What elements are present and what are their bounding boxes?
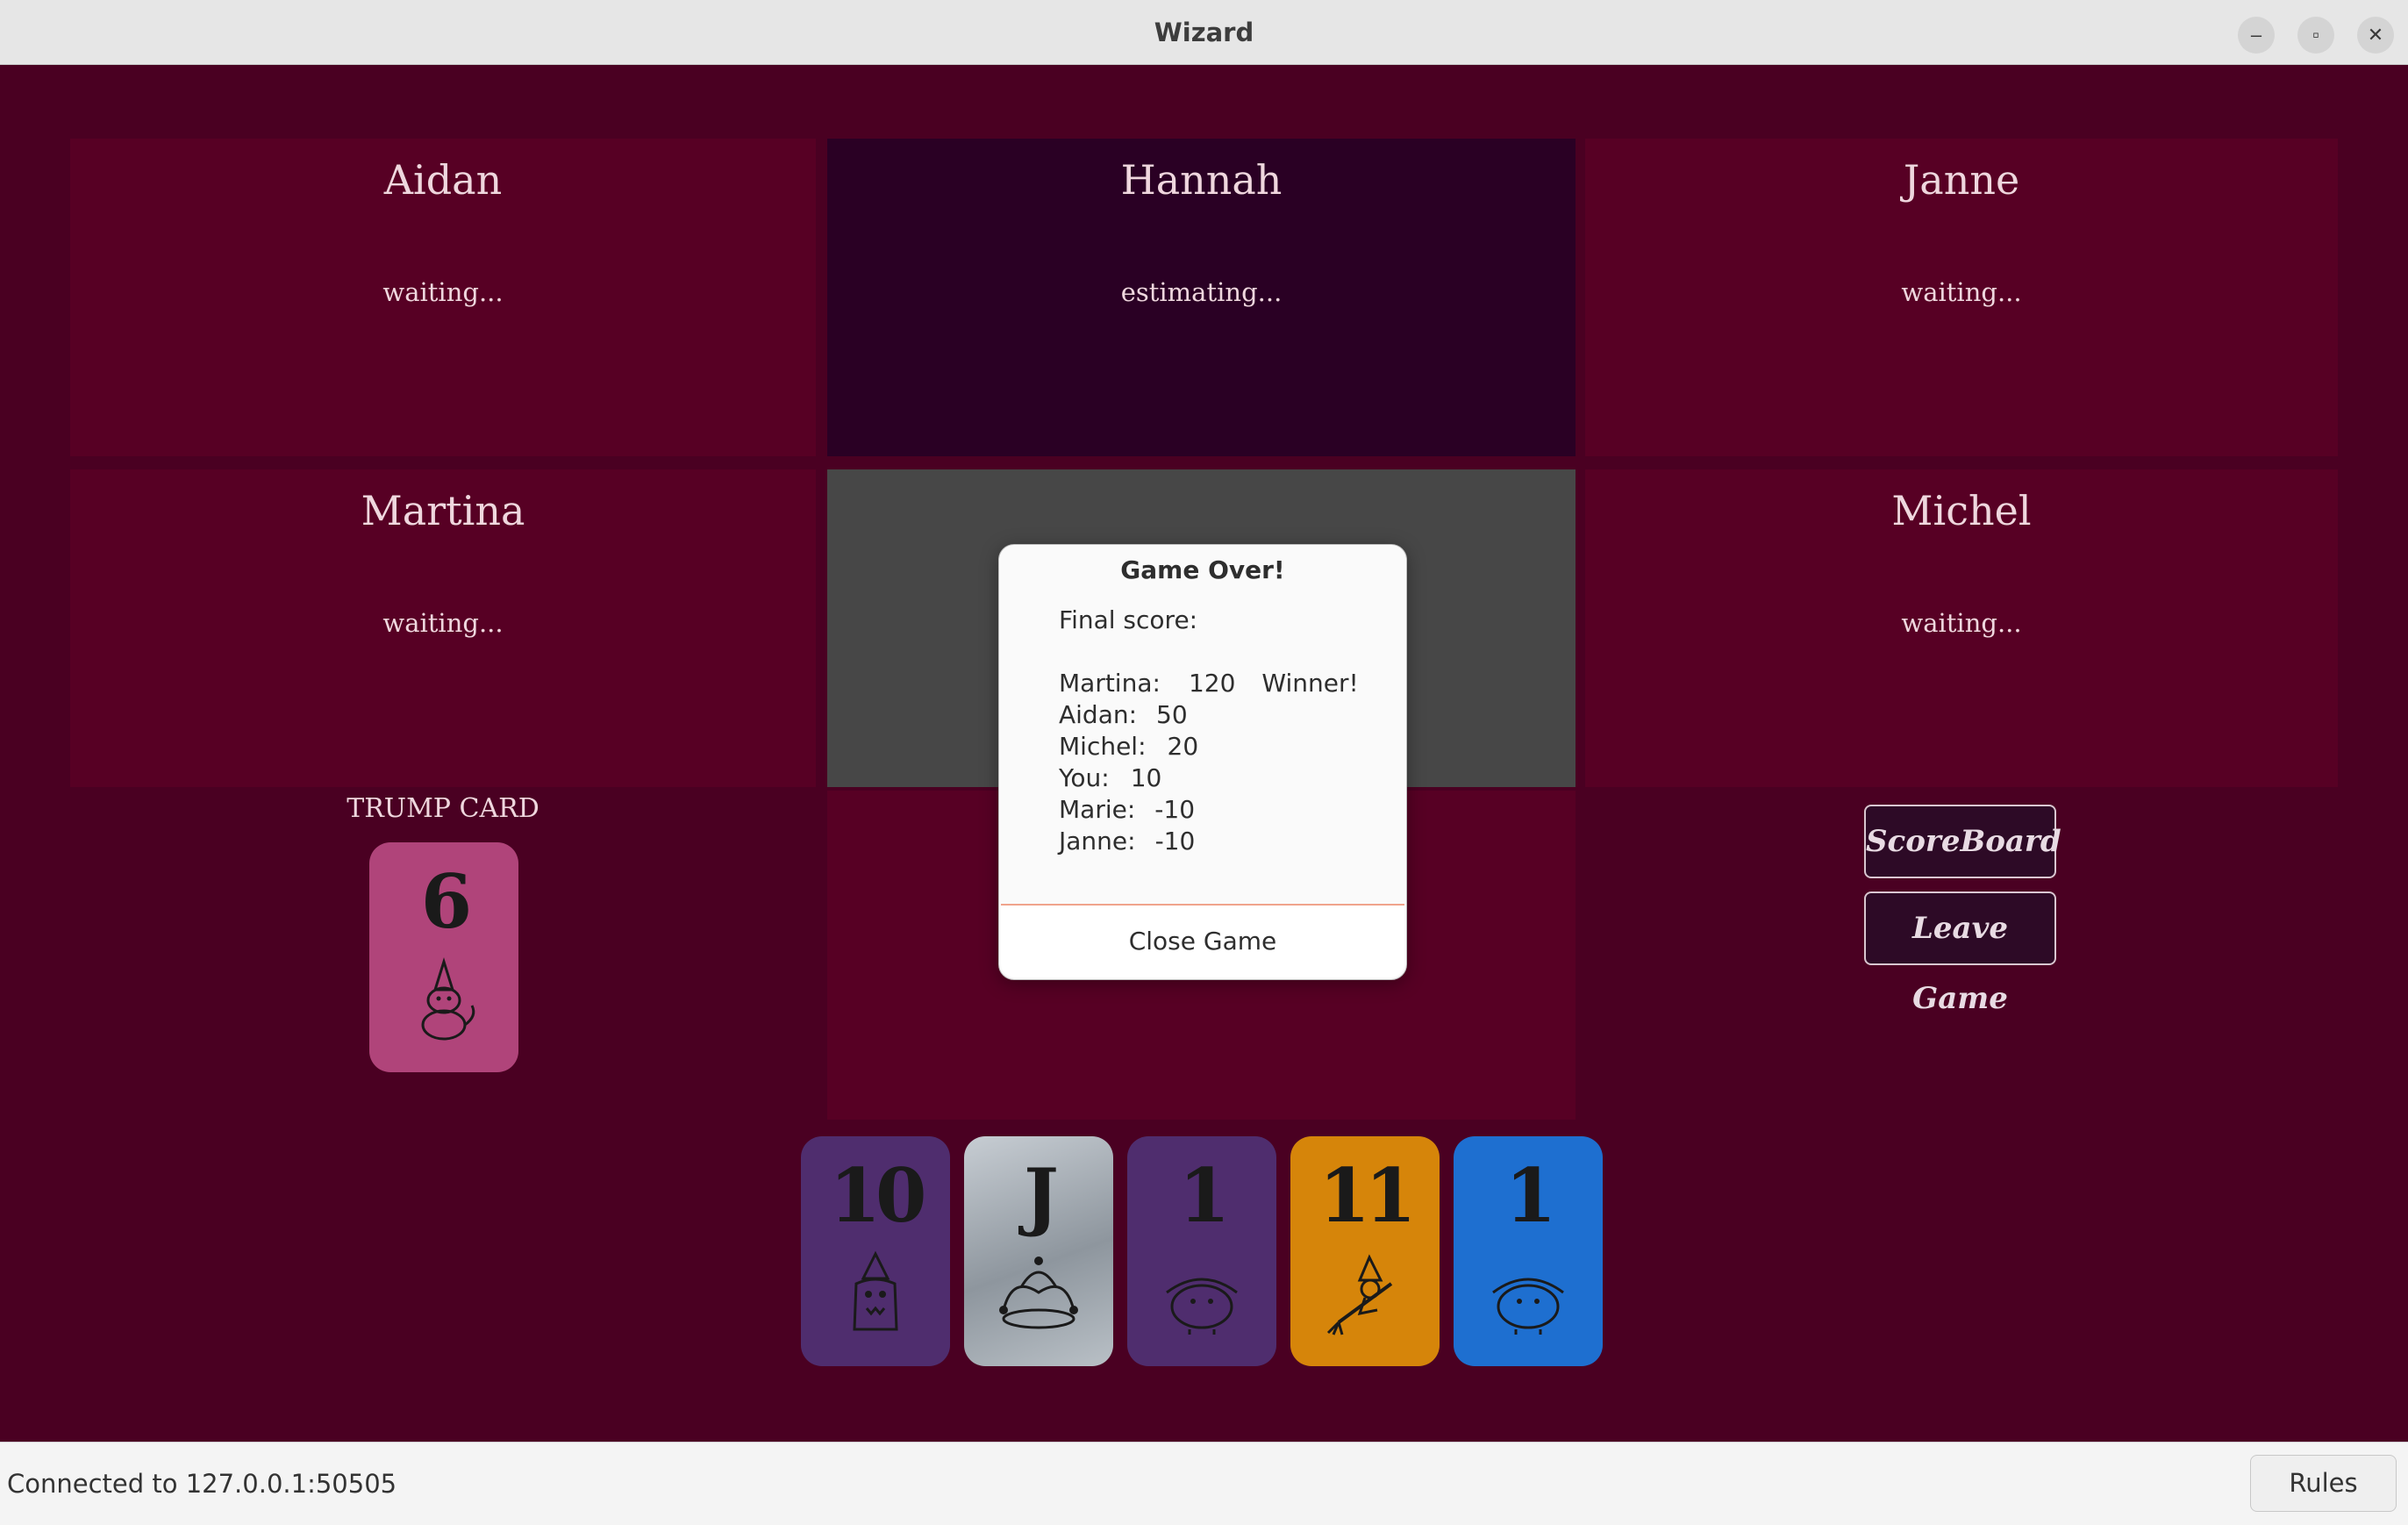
score-value: 20 (1167, 732, 1199, 761)
title-bar: Wizard – ▫ ✕ (0, 0, 2408, 65)
card-value: 10 (829, 1152, 927, 1239)
card-value: 11 (1318, 1152, 1417, 1239)
leave-game-button[interactable]: Leave Game (1864, 891, 2056, 1016)
game-over-dialog: Game Over! Final score: Martina: 120 Winne… (998, 544, 1407, 980)
score-value: -10 (1154, 795, 1196, 824)
player-name: Janne (1903, 156, 2020, 204)
hand-card[interactable]: 1 (1454, 1136, 1603, 1366)
card-value: 1 (1178, 1152, 1230, 1239)
dialog-title: Game Over! (1120, 555, 1285, 584)
player-panel-martina: Martina waiting... (70, 469, 816, 787)
score-name: Aidan: (1059, 700, 1138, 729)
player-name: Hannah (1120, 156, 1283, 204)
score-name: Michel: (1059, 732, 1147, 761)
score-row: Marie: -10 (1059, 794, 1359, 826)
player-status: estimating... (1120, 277, 1283, 307)
player-panel-hannah: Hannah estimating... (827, 139, 1576, 456)
blob-creature-icon (1492, 1278, 1564, 1335)
blob-creature-icon (1166, 1278, 1238, 1335)
trump-card-label: TRUMP CARD (347, 793, 539, 824)
window-title: Wizard (1154, 18, 1254, 47)
player-status: waiting... (1901, 608, 2022, 638)
score-row: Michel: 20 (1059, 731, 1359, 762)
score-name: You: (1059, 763, 1110, 792)
player-status: waiting... (382, 608, 504, 638)
final-score-heading: Final score: (1059, 605, 1198, 634)
scoreboard-button[interactable]: ScoreBoard (1864, 805, 2061, 878)
player-name: Aidan (383, 156, 503, 204)
player-name: Michel (1891, 487, 2032, 534)
card-value: 6 (420, 858, 472, 945)
close-icon[interactable]: ✕ (2357, 17, 2394, 54)
hand-card[interactable]: 11 (1290, 1136, 1440, 1366)
hand-card[interactable]: 1 (1127, 1136, 1276, 1366)
card-value: 1 (1504, 1152, 1556, 1239)
score-row: Aidan: 50 (1059, 699, 1359, 731)
rules-button[interactable]: Rules (2250, 1455, 2397, 1512)
score-row: Janne: -10 (1059, 826, 1359, 857)
connection-status: Connected to 127.0.0.1:50505 (7, 1469, 397, 1499)
monster-wizard-icon (853, 1250, 898, 1331)
card-value: J (1024, 1152, 1059, 1239)
trump-card: 6 (369, 842, 518, 1072)
score-name: Janne: (1059, 827, 1136, 856)
close-game-button[interactable]: Close Game (1001, 904, 1404, 977)
dialog-body: Final score: Martina: 120 Winner! Aidan: 50… (1059, 605, 1359, 857)
player-name: Martina (361, 487, 525, 534)
hand-card[interactable]: J (964, 1136, 1113, 1366)
player-status: waiting... (1901, 277, 2022, 307)
witch-broom-icon (1326, 1254, 1393, 1335)
winner-note: Winner! (1261, 669, 1359, 698)
maximize-icon[interactable]: ▫ (2297, 17, 2334, 54)
score-value: 50 (1156, 700, 1188, 729)
score-row: You: 10 (1059, 762, 1359, 794)
score-value: 120 (1188, 669, 1236, 698)
score-value: 10 (1130, 763, 1162, 792)
player-status: waiting... (382, 277, 504, 307)
score-name: Martina: (1059, 669, 1161, 698)
score-row: Martina: 120 Winner! (1059, 668, 1359, 699)
player-panel-michel: Michel waiting... (1585, 469, 2338, 787)
score-name: Marie: (1059, 795, 1136, 824)
status-bar: Connected to 127.0.0.1:50505 Rules (0, 1442, 2408, 1525)
jester-hat-icon (999, 1257, 1078, 1329)
minimize-icon[interactable]: – (2238, 17, 2275, 54)
hand-card[interactable]: 10 (801, 1136, 950, 1366)
cat-wizard-icon (421, 956, 475, 1041)
score-value: -10 (1154, 827, 1196, 856)
player-panel-janne: Janne waiting... (1585, 139, 2338, 456)
player-panel-aidan: Aidan waiting... (70, 139, 816, 456)
